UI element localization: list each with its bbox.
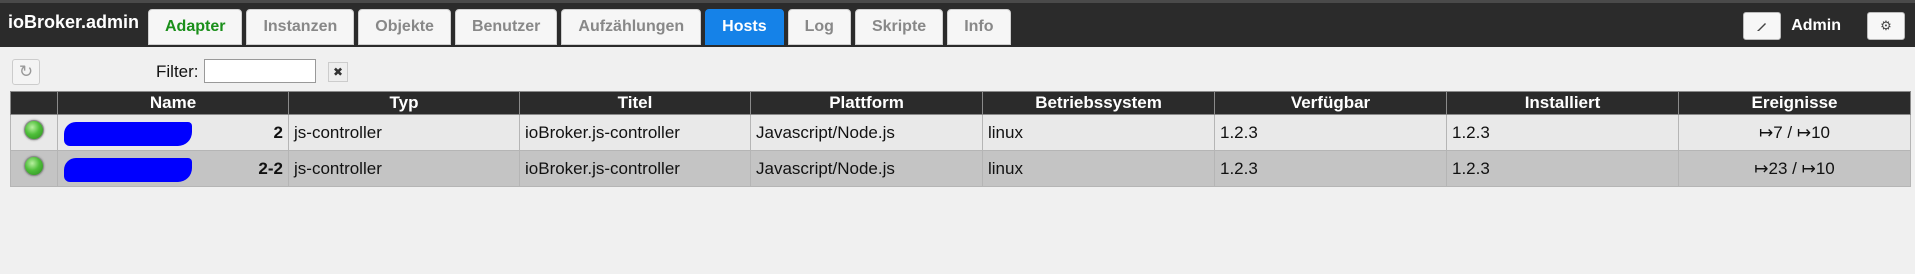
tab-skripte[interactable]: Skripte — [854, 9, 944, 45]
tab-adapter[interactable]: Adapter — [148, 9, 243, 45]
edit-button[interactable] — [1743, 12, 1782, 40]
top-navbar: ioBroker.admin Adapter Instanzen Objekte… — [0, 0, 1915, 47]
status-cell — [10, 114, 58, 151]
column-header-name[interactable]: Name — [57, 91, 289, 115]
clear-filter-button[interactable]: ✖ — [328, 62, 348, 82]
status-led-icon — [24, 156, 44, 176]
tab-objekte[interactable]: Objekte — [358, 9, 451, 45]
filter-label: Filter: — [156, 62, 199, 81]
title-cell: ioBroker.js-controller — [519, 114, 751, 151]
hosts-toolbar: ↻ Filter: ✖ — [10, 58, 1910, 88]
tab-benutzer[interactable]: Benutzer — [454, 9, 558, 45]
available-version-cell: 1.2.3 — [1214, 150, 1447, 187]
status-cell — [10, 150, 58, 187]
tab-aufzaehlungen[interactable]: Aufzählungen — [561, 9, 702, 45]
column-header-titel[interactable]: Titel — [519, 91, 751, 115]
status-led-icon — [24, 120, 44, 140]
gear-icon: ⚙ — [1880, 18, 1892, 33]
current-user[interactable]: Admin — [1791, 17, 1841, 35]
host-name: 2 — [273, 122, 283, 142]
installed-version-cell: 1.2.3 — [1446, 150, 1679, 187]
column-header-plattform[interactable]: Plattform — [750, 91, 983, 115]
column-header-typ[interactable]: Typ — [288, 91, 520, 115]
pencil-icon — [1757, 23, 1767, 31]
type-cell: js-controller — [288, 114, 520, 151]
table-header-row: Name Typ Titel Plattform Betriebssystem … — [10, 91, 1911, 115]
hosts-table: Name Typ Titel Plattform Betriebssystem … — [10, 91, 1911, 187]
host-name-cell: 2 — [57, 114, 289, 151]
refresh-button[interactable]: ↻ — [12, 59, 40, 85]
column-header-ereignisse[interactable]: Ereignisse — [1678, 91, 1911, 115]
type-cell: js-controller — [288, 150, 520, 187]
available-version-cell: 1.2.3 — [1214, 114, 1447, 151]
refresh-icon: ↻ — [18, 62, 34, 81]
tab-log[interactable]: Log — [787, 9, 851, 45]
events-cell: ↦23 / ↦10 — [1678, 150, 1911, 187]
filter-input[interactable] — [204, 59, 316, 83]
settings-button[interactable]: ⚙ — [1867, 12, 1905, 40]
main-tabs: Adapter Instanzen Objekte Benutzer Aufzä… — [148, 9, 1011, 49]
host-name: 2-2 — [258, 158, 283, 178]
os-cell: linux — [982, 114, 1215, 151]
tab-hosts[interactable]: Hosts — [705, 9, 784, 45]
events-cell: ↦7 / ↦10 — [1678, 114, 1911, 151]
tab-info[interactable]: Info — [947, 9, 1011, 45]
app-title: ioBroker.admin — [8, 12, 140, 32]
platform-cell: Javascript/Node.js — [750, 150, 983, 187]
table-row[interactable]: 2-2 js-controller ioBroker.js-controller… — [10, 150, 1911, 187]
platform-cell: Javascript/Node.js — [750, 114, 983, 151]
host-name-cell: 2-2 — [57, 150, 289, 187]
os-cell: linux — [982, 150, 1215, 187]
redaction-mark — [64, 158, 192, 182]
tab-instanzen[interactable]: Instanzen — [246, 9, 355, 45]
column-header-status — [10, 91, 58, 115]
column-header-verfuegbar[interactable]: Verfügbar — [1214, 91, 1447, 115]
installed-version-cell: 1.2.3 — [1446, 114, 1679, 151]
close-icon: ✖ — [332, 65, 344, 79]
column-header-betriebssystem[interactable]: Betriebssystem — [982, 91, 1215, 115]
title-cell: ioBroker.js-controller — [519, 150, 751, 187]
header-tools: Admin ⚙ — [1743, 12, 1905, 40]
redaction-mark — [64, 122, 192, 146]
table-row[interactable]: 2 js-controller ioBroker.js-controller J… — [10, 114, 1911, 151]
column-header-installiert[interactable]: Installiert — [1446, 91, 1679, 115]
